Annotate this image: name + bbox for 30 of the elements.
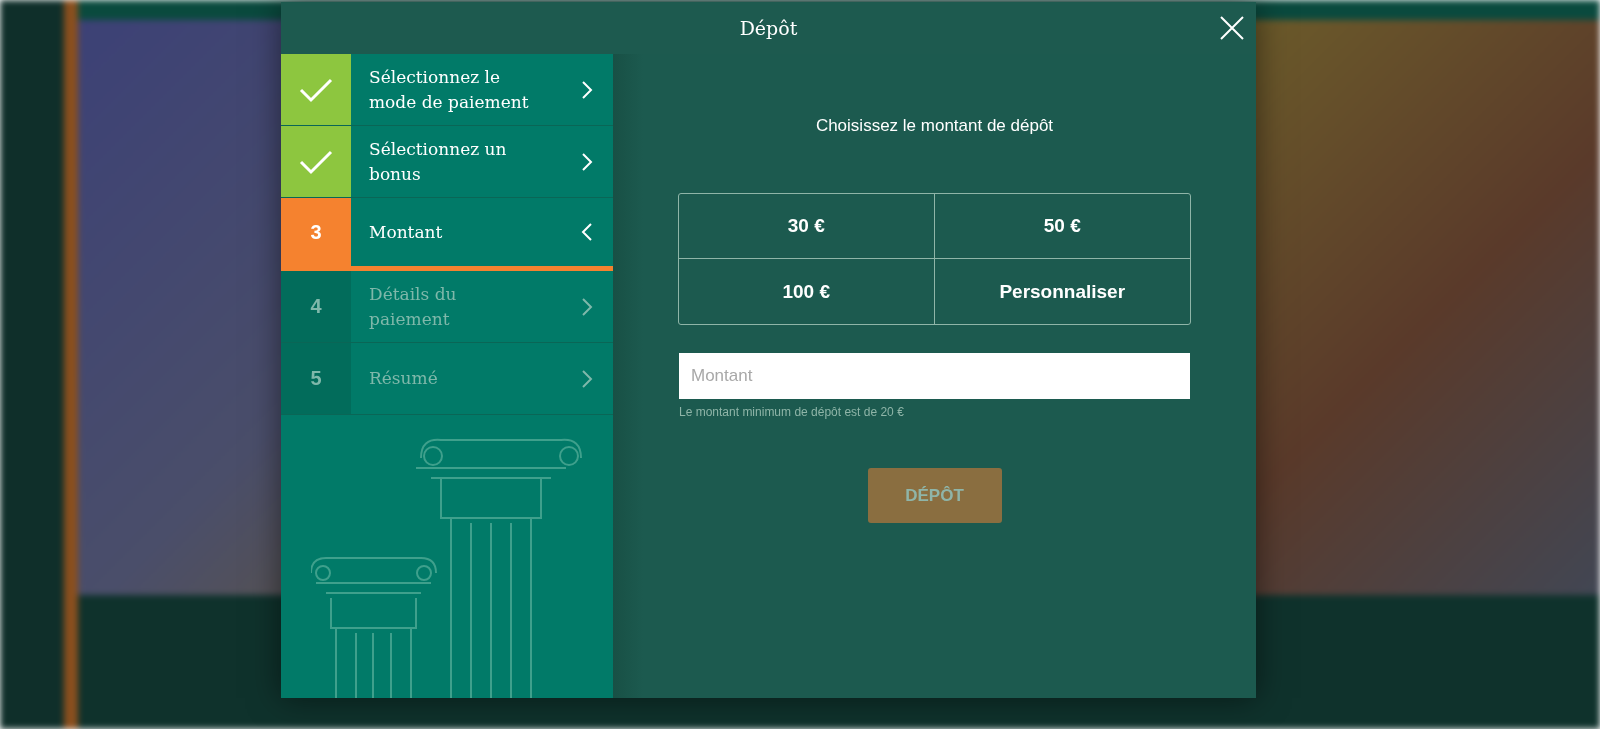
step-item[interactable]: 5 Résumé [281,343,613,415]
chevron-right-icon [581,368,593,389]
chevron-right-icon [581,296,593,317]
chevron-right-icon [581,79,593,100]
step-number: 4 [281,271,351,342]
step-item[interactable]: 4 Détails du paiement [281,271,613,343]
amount-option[interactable]: 100 € [679,259,935,324]
step-item[interactable]: 3 Montant [281,198,613,271]
amount-option[interactable]: 30 € [679,194,935,259]
step-label: Montant [368,220,444,244]
step-item[interactable]: Sélectionnez un bonus [281,126,613,198]
minimum-hint: Le montant minimum de dépôt est de 20 € [679,405,905,419]
close-button[interactable] [1218,14,1246,42]
amount-option[interactable]: Personnaliser [934,259,1190,324]
close-icon [1220,16,1244,40]
step-label: Résumé [368,367,439,390]
chevron-left-icon [581,222,593,242]
step-number: 3 [281,198,351,266]
step-label: Détails du paiement [368,282,458,331]
amount-input[interactable]: Montant [679,353,1190,399]
dialog-title: Dépôt [739,17,798,39]
step-number: 5 [281,343,351,414]
check-icon [299,76,333,103]
step-label: Sélectionnez un bonus [368,137,508,186]
amount-option[interactable]: 50 € [934,194,1190,259]
step-item[interactable]: Sélectionnez le mode de paiement [281,54,613,126]
check-icon [299,148,333,175]
chevron-right-icon [581,151,593,172]
amount-heading: Choisissez le montant de dépôt [815,116,1054,136]
step-label: Sélectionnez le mode de paiement [368,65,530,114]
